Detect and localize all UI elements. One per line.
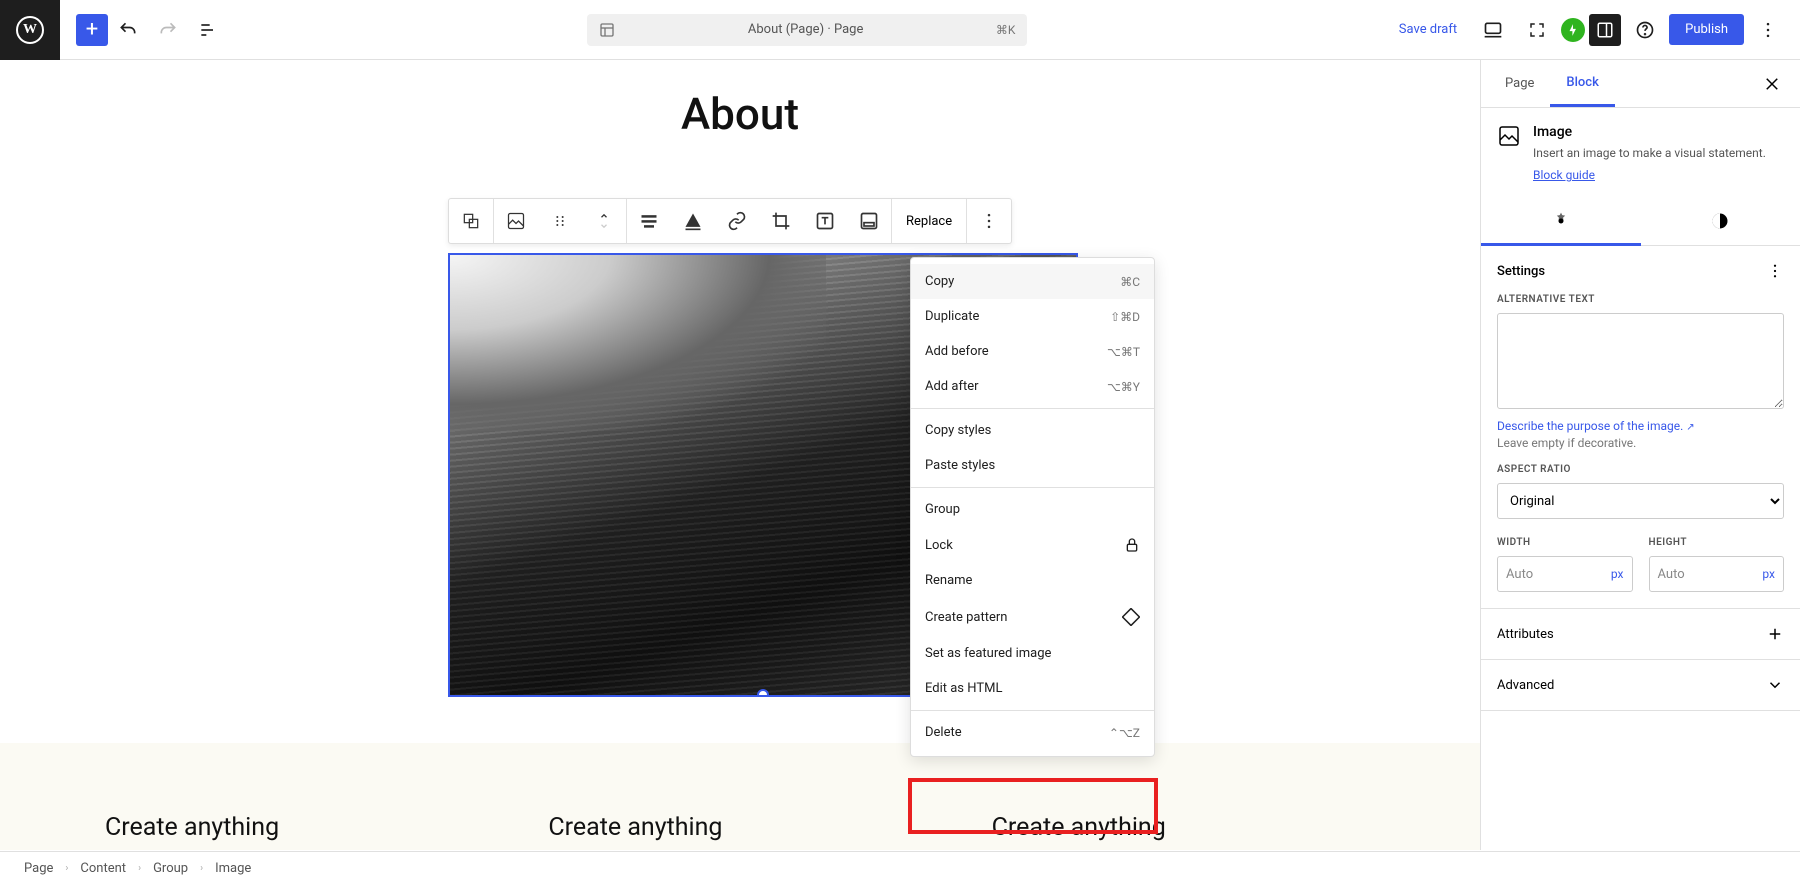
settings-sidebar-toggle[interactable] — [1589, 14, 1621, 46]
template-icon — [599, 22, 615, 38]
block-breadcrumb: Page › Content › Group › Image — [0, 851, 1800, 885]
settings-more-icon[interactable] — [1766, 262, 1784, 280]
select-parent-button[interactable] — [449, 199, 493, 243]
save-draft-button[interactable]: Save draft — [1387, 14, 1469, 45]
resize-handle[interactable] — [757, 689, 769, 697]
options-button[interactable] — [1748, 10, 1788, 50]
plus-icon — [1766, 625, 1784, 643]
subtab-settings[interactable] — [1481, 199, 1641, 246]
column-heading[interactable]: Create anything — [548, 813, 931, 842]
duotone-button[interactable] — [847, 199, 891, 243]
page-title[interactable]: About — [0, 88, 1480, 140]
menu-duplicate[interactable]: Duplicate⇧⌘D — [911, 299, 1154, 334]
move-buttons[interactable] — [582, 199, 626, 243]
block-name: Image — [1533, 124, 1766, 140]
menu-add-before[interactable]: Add before⌥⌘T — [911, 334, 1154, 369]
image-icon — [1497, 124, 1521, 148]
menu-delete[interactable]: Delete ⌃⌥Z — [911, 715, 1154, 750]
column-heading[interactable]: Create anything — [105, 813, 488, 842]
menu-copy-styles[interactable]: Copy styles — [911, 413, 1154, 448]
document-overview-button[interactable] — [188, 10, 228, 50]
document-bar[interactable]: About (Page) · Page ⌘K — [587, 14, 1027, 46]
subtab-styles[interactable] — [1641, 199, 1800, 245]
redo-button[interactable] — [148, 10, 188, 50]
menu-set-as-featured-image[interactable]: Set as featured image — [911, 636, 1154, 671]
caption-button[interactable] — [671, 199, 715, 243]
menu-copy[interactable]: Copy⌘C — [911, 264, 1154, 299]
attributes-panel[interactable]: Attributes — [1481, 609, 1800, 660]
close-sidebar-button[interactable] — [1752, 75, 1792, 93]
view-devices-button[interactable] — [1473, 10, 1513, 50]
breadcrumb-item[interactable]: Page — [24, 861, 53, 876]
tab-block[interactable]: Block — [1550, 61, 1614, 107]
crop-button[interactable] — [759, 199, 803, 243]
aspect-ratio-select[interactable]: Original — [1497, 483, 1784, 519]
width-input[interactable]: Auto px — [1497, 556, 1633, 592]
chevron-down-icon — [1766, 676, 1784, 694]
settings-heading: Settings — [1497, 264, 1545, 279]
replace-button[interactable]: Replace — [892, 199, 966, 243]
block-options-button[interactable] — [967, 199, 1011, 243]
alt-help-link[interactable]: Describe the purpose of the image. ↗ — [1497, 419, 1695, 433]
menu-create-pattern[interactable]: Create pattern — [911, 598, 1154, 636]
jetpack-icon[interactable] — [1561, 18, 1585, 42]
link-button[interactable] — [715, 199, 759, 243]
align-button[interactable] — [627, 199, 671, 243]
breadcrumb-item[interactable]: Group — [153, 861, 188, 876]
block-description: Insert an image to make a visual stateme… — [1533, 144, 1766, 162]
alt-text-label: Alternative Text — [1497, 294, 1784, 305]
tab-page[interactable]: Page — [1489, 62, 1550, 105]
advanced-panel[interactable]: Advanced — [1481, 660, 1800, 711]
menu-add-after[interactable]: Add after⌥⌘Y — [911, 369, 1154, 404]
help-button[interactable] — [1625, 10, 1665, 50]
column-heading[interactable]: Create anything — [992, 813, 1375, 842]
block-guide-link[interactable]: Block guide — [1533, 168, 1595, 182]
undo-button[interactable] — [108, 10, 148, 50]
block-type-icon[interactable] — [494, 199, 538, 243]
block-context-menu: Copy⌘CDuplicate⇧⌘DAdd before⌥⌘TAdd after… — [910, 257, 1155, 757]
alt-subhelp: Leave empty if decorative. — [1497, 436, 1784, 450]
width-label: Width — [1497, 537, 1633, 548]
drag-handle[interactable] — [538, 199, 582, 243]
menu-rename[interactable]: Rename — [911, 563, 1154, 598]
menu-paste-styles[interactable]: Paste styles — [911, 448, 1154, 483]
height-input[interactable]: Auto px — [1649, 556, 1785, 592]
menu-edit-as-html[interactable]: Edit as HTML — [911, 671, 1154, 706]
aspect-ratio-label: Aspect Ratio — [1497, 464, 1784, 475]
menu-lock[interactable]: Lock — [911, 527, 1154, 563]
document-shortcut: ⌘K — [996, 23, 1016, 37]
add-block-button[interactable]: + — [76, 14, 108, 46]
block-toolbar: Replace — [448, 198, 1012, 244]
menu-group[interactable]: Group — [911, 492, 1154, 527]
publish-button[interactable]: Publish — [1669, 14, 1744, 45]
breadcrumb-item[interactable]: Image — [215, 861, 251, 876]
wordpress-logo[interactable]: W — [0, 0, 60, 60]
height-label: Height — [1649, 537, 1785, 548]
breadcrumb-item[interactable]: Content — [80, 861, 126, 876]
alt-text-input[interactable] — [1497, 313, 1784, 409]
fullscreen-button[interactable] — [1517, 10, 1557, 50]
text-overlay-button[interactable] — [803, 199, 847, 243]
document-title: About (Page) · Page — [615, 22, 995, 37]
